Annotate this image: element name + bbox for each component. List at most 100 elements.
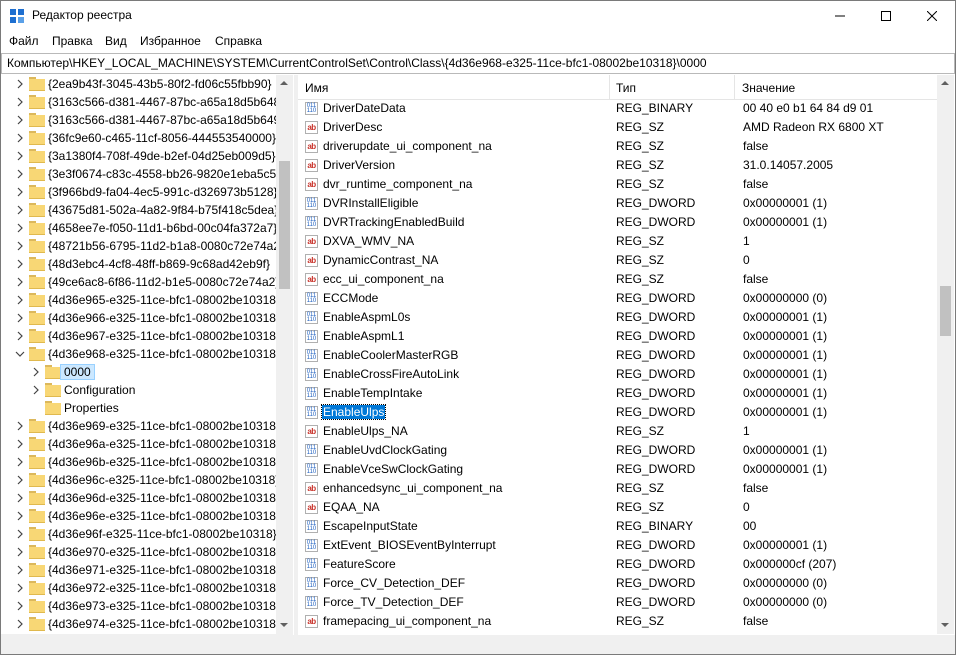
value-row[interactable]: 011 110 EnableCoolerMasterRGB REG_DWORD 0x0… — [298, 346, 937, 365]
scroll-down-arrow-icon[interactable] — [941, 623, 949, 627]
value-row[interactable]: ab enhancedsync_ui_component_na REG_SZ fals… — [298, 479, 937, 498]
value-row[interactable]: 011 110 EnableCrossFireAutoLink REG_DWORD 0… — [298, 365, 937, 384]
value-row[interactable]: 011 110 EnableUvdClockGating REG_DWORD 0x00… — [298, 441, 937, 460]
value-row[interactable]: 011 110 DVRInstallEligible REG_DWORD 0x0000… — [298, 194, 937, 213]
tree-item[interactable]: {48721b56-6795-11d2-b1a8-0080c72e74a2} — [1, 237, 284, 255]
value-row[interactable]: ab DriverVersion REG_SZ 31.0.14057.2005 — [298, 156, 937, 175]
value-row[interactable]: 011 110 EnableAspmL0s REG_DWORD 0x00000001 … — [298, 308, 937, 327]
value-row[interactable]: ab DXVA_WMV_NA REG_SZ 1 — [298, 232, 937, 251]
maximize-button[interactable] — [863, 1, 909, 31]
chevron-right-icon[interactable] — [15, 439, 25, 449]
menu-file[interactable]: Файл — [9, 34, 39, 48]
values-scroll-thumb[interactable] — [940, 286, 951, 336]
chevron-right-icon[interactable] — [15, 313, 25, 323]
value-row[interactable]: ab EQAA_NA REG_SZ 0 — [298, 498, 937, 517]
tree-item[interactable]: {4d36e96f-e325-11ce-bfc1-08002be10318} — [1, 525, 277, 543]
chevron-right-icon[interactable] — [15, 223, 25, 233]
chevron-right-icon[interactable] — [15, 97, 25, 107]
value-row[interactable]: ab DynamicContrast_NA REG_SZ 0 — [298, 251, 937, 270]
tree-item[interactable]: {3a1380f4-708f-49de-b2ef-04d25eb009d5} — [1, 147, 277, 165]
chevron-right-icon[interactable] — [15, 583, 25, 593]
chevron-right-icon[interactable] — [15, 493, 25, 503]
tree-item[interactable]: {3163c566-d381-4467-87bc-a65a18d5b649} — [1, 111, 284, 129]
value-row[interactable]: ab EnableUlps_NA REG_SZ 1 — [298, 422, 937, 441]
tree-item[interactable]: {4658ee7e-f050-11d1-b6bd-00c04fa372a7} — [1, 219, 277, 237]
value-row[interactable]: ab framepacing_ui_component_na REG_SZ false — [298, 612, 937, 631]
tree-item[interactable]: {3163c566-d381-4467-87bc-a65a18d5b648} — [1, 93, 284, 111]
chevron-right-icon[interactable] — [31, 385, 41, 395]
scroll-up-arrow-icon[interactable] — [941, 81, 949, 85]
tree-item[interactable]: {3e3f0674-c83c-4558-bb26-9820e1eba5c5} — [1, 165, 280, 183]
chevron-right-icon[interactable] — [15, 529, 25, 539]
chevron-right-icon[interactable] — [15, 295, 25, 305]
chevron-right-icon[interactable] — [15, 205, 25, 215]
chevron-right-icon[interactable] — [15, 601, 25, 611]
chevron-right-icon[interactable] — [31, 367, 41, 377]
tree-item[interactable]: {4d36e965-e325-11ce-bfc1-08002be10318} — [1, 291, 280, 309]
tree-item[interactable]: {36fc9e60-c465-11cf-8056-444553540000} — [1, 129, 277, 147]
value-row[interactable]: 011 110 Force_TV_Detection_DEF REG_DWORD 0x… — [298, 593, 937, 612]
chevron-right-icon[interactable] — [15, 331, 25, 341]
chevron-right-icon[interactable] — [15, 169, 25, 179]
tree-item[interactable]: {4d36e970-e325-11ce-bfc1-08002be10318} — [1, 543, 280, 561]
chevron-right-icon[interactable] — [15, 115, 25, 125]
tree-item[interactable]: {4d36e96d-e325-11ce-bfc1-08002be10318} — [1, 489, 280, 507]
tree-item[interactable]: {4d36e96a-e325-11ce-bfc1-08002be10318} — [1, 435, 280, 453]
value-row[interactable]: ab DriverDesc REG_SZ AMD Radeon RX 6800 XT — [298, 118, 937, 137]
chevron-right-icon[interactable] — [15, 547, 25, 557]
tree-item[interactable]: {4d36e974-e325-11ce-bfc1-08002be10318} — [1, 615, 280, 633]
chevron-right-icon[interactable] — [15, 565, 25, 575]
minimize-button[interactable] — [817, 1, 863, 31]
tree-item[interactable]: {4d36e971-e325-11ce-bfc1-08002be10318} — [1, 561, 280, 579]
tree-item[interactable]: {43675d81-502a-4a82-9f84-b75f418c5dea} — [1, 201, 278, 219]
chevron-right-icon[interactable] — [15, 259, 25, 269]
tree-item[interactable]: {3f966bd9-fa04-4ec5-991c-d326973b5128} — [1, 183, 278, 201]
value-row[interactable]: 011 110 EnableAspmL1 REG_DWORD 0x00000001 (… — [298, 327, 937, 346]
tree-vertical-scrollbar[interactable] — [276, 75, 293, 634]
tree-item[interactable]: {4d36e96e-e325-11ce-bfc1-08002be10318} — [1, 507, 280, 525]
values-pane[interactable]: Имя Тип Значение 011 110 DriverDateData RE… — [298, 75, 937, 634]
value-row[interactable]: ab driverupdate_ui_component_na REG_SZ fals… — [298, 137, 937, 156]
chevron-right-icon[interactable] — [15, 187, 25, 197]
menu-edit[interactable]: Правка — [52, 34, 93, 48]
address-path[interactable]: Компьютер\HKEY_LOCAL_MACHINE\SYSTEM\Curr… — [7, 56, 707, 70]
value-row[interactable]: 011 110 FeatureScore REG_DWORD 0x000000cf (… — [298, 555, 937, 574]
tree-item[interactable]: {4d36e969-e325-11ce-bfc1-08002be10318} — [1, 417, 280, 435]
column-type-header[interactable]: Тип — [609, 75, 735, 99]
value-row[interactable]: ab dvr_runtime_component_na REG_SZ false — [298, 175, 937, 194]
tree-item[interactable]: {48d3ebc4-4cf8-48ff-b869-9c68ad42eb9f} — [1, 255, 277, 273]
tree-item[interactable]: {4d36e96c-e325-11ce-bfc1-08002be10318} — [1, 471, 279, 489]
chevron-right-icon[interactable] — [15, 79, 25, 89]
value-row[interactable]: 011 110 Force_CV_Detection_DEF REG_DWORD 0x… — [298, 574, 937, 593]
scroll-up-arrow-icon[interactable] — [280, 81, 288, 85]
column-data-header[interactable]: Значение — [735, 75, 935, 99]
value-row[interactable]: 011 110 ExtEvent_BIOSEventByInterrupt REG_… — [298, 536, 937, 555]
chevron-right-icon[interactable] — [15, 277, 25, 287]
column-name-header[interactable]: Имя — [298, 75, 610, 99]
chevron-right-icon[interactable] — [15, 619, 25, 629]
chevron-down-icon[interactable] — [15, 349, 25, 359]
value-row[interactable]: 011 110 EscapeInputState REG_BINARY 00 — [298, 517, 937, 536]
value-row[interactable]: 011 110 EnableVceSwClockGating REG_DWORD 0x… — [298, 460, 937, 479]
value-row[interactable]: 011 110 DVRTrackingEnabledBuild REG_DWORD 0… — [298, 213, 937, 232]
value-row[interactable]: ab ecc_ui_component_na REG_SZ false — [298, 270, 937, 289]
tree-item[interactable]: 0000 — [1, 363, 277, 381]
chevron-right-icon[interactable] — [15, 241, 25, 251]
value-row[interactable]: 011 110 EnableTempIntake REG_DWORD 0x000000… — [298, 384, 937, 403]
chevron-right-icon[interactable] — [15, 421, 25, 431]
scroll-down-arrow-icon[interactable] — [280, 623, 288, 627]
key-tree-pane[interactable]: {2ea9b43f-3045-43b5-80f2-fd06c55fbb90} {3… — [1, 75, 293, 634]
title-bar[interactable]: Редактор реестра — [1, 1, 955, 31]
chevron-right-icon[interactable] — [15, 475, 25, 485]
address-bar[interactable]: Компьютер\HKEY_LOCAL_MACHINE\SYSTEM\Curr… — [1, 53, 955, 74]
tree-item[interactable]: {4d36e972-e325-11ce-bfc1-08002be10318} — [1, 579, 280, 597]
chevron-right-icon[interactable] — [15, 151, 25, 161]
chevron-right-icon[interactable] — [15, 511, 25, 521]
tree-item[interactable]: {4d36e973-e325-11ce-bfc1-08002be10318} — [1, 597, 280, 615]
tree-scroll-thumb[interactable] — [279, 161, 290, 289]
value-row[interactable]: 011 110 ECCMode REG_DWORD 0x00000000 (0) — [298, 289, 937, 308]
chevron-right-icon[interactable] — [15, 133, 25, 143]
tree-item[interactable]: {4d36e967-e325-11ce-bfc1-08002be10318} — [1, 327, 280, 345]
chevron-right-icon[interactable] — [15, 457, 25, 467]
tree-item[interactable]: Properties — [1, 399, 277, 417]
